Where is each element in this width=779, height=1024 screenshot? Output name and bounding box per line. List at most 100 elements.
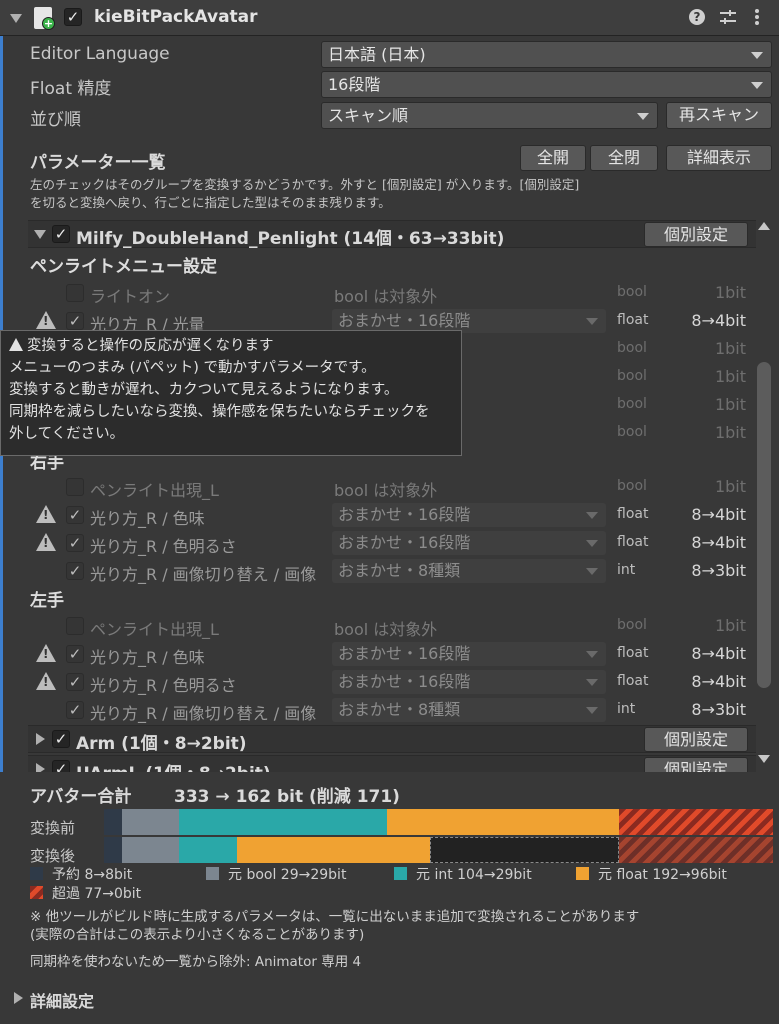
param-checkbox[interactable]: ✓ <box>66 645 84 663</box>
chevron-down-icon <box>586 679 598 686</box>
advanced-settings-foldout[interactable]: 詳細設定 <box>30 988 94 1012</box>
component-enabled-checkbox[interactable]: ✓ <box>64 8 82 26</box>
advanced-foldout-icon[interactable] <box>14 992 23 1004</box>
param-mode-dropdown[interactable]: おまかせ・16段階 <box>332 642 606 666</box>
param-type: float <box>617 312 649 328</box>
group-individual-settings-button[interactable]: 個別設定 <box>644 757 748 772</box>
param-checkbox[interactable]: ✓ <box>66 312 84 330</box>
param-name: 光り方_R / 色明るさ <box>90 676 237 695</box>
param-type: float <box>617 506 649 522</box>
param-row: ✓ 光り方_R / 画像切り替え / 画像 おまかせ・8種類 int 8→3bi… <box>28 558 756 586</box>
group-convert-checkbox[interactable]: ✓ <box>52 225 70 243</box>
param-list-help-line1: 左のチェックはそのグループを変換するかどうかです。外すと [個別設定] が入りま… <box>30 177 580 192</box>
script-icon: + <box>34 7 55 30</box>
param-type: bool <box>617 396 647 412</box>
param-type: float <box>617 673 649 689</box>
group-foldout-icon[interactable] <box>36 763 45 772</box>
rescan-button[interactable]: 再スキャン <box>666 102 772 129</box>
param-mode-dropdown[interactable]: おまかせ・16段階 <box>332 503 606 527</box>
param-checkbox[interactable] <box>66 478 84 496</box>
scroll-down-icon[interactable] <box>758 755 770 763</box>
param-mode-value: おまかせ・8種類 <box>338 561 461 580</box>
tooltip-line: 変換すると操作の反応が遅くなります <box>27 338 274 354</box>
after-label: 変換後 <box>30 847 76 865</box>
param-mode-value: おまかせ・16段階 <box>338 505 471 524</box>
param-checkbox[interactable]: ✓ <box>66 673 84 691</box>
param-mode-dropdown[interactable]: おまかせ・8種類 <box>332 698 606 722</box>
group-foldout-icon[interactable] <box>34 230 46 239</box>
param-mode-dropdown[interactable]: おまかせ・16段階 <box>332 670 606 694</box>
param-mode-dropdown[interactable]: おまかせ・8種類 <box>332 559 606 583</box>
after-bar-freed <box>430 837 619 863</box>
legend-over: 超過 77→0bit <box>52 886 142 902</box>
context-menu-icon[interactable] <box>754 8 760 26</box>
param-mode-value: おまかせ・16段階 <box>338 311 471 330</box>
group-convert-checkbox[interactable]: ✓ <box>52 760 70 772</box>
group-individual-settings-button[interactable]: 個別設定 <box>644 727 748 752</box>
param-checkbox[interactable] <box>66 617 84 635</box>
param-bits: 8→4bit <box>691 311 746 330</box>
param-mode-value: おまかせ・16段階 <box>338 672 471 691</box>
component-title: kieBitPackAvatar <box>94 7 258 27</box>
param-type: bool <box>617 340 647 356</box>
chevron-down-icon <box>586 512 598 519</box>
component-foldout-icon[interactable] <box>10 14 22 23</box>
param-row: ✓ 光り方_R / 色味 おまかせ・16段階 float 8→4bit <box>28 641 756 669</box>
param-scroll-view[interactable]: ✓ Milfy_DoubleHand_Penlight (14個・63→33bi… <box>28 218 756 772</box>
tooltip-line: 変換すると動きが遅れ、カクついて見えるようになります。 <box>9 382 399 398</box>
param-name: 光り方_R / 色明るさ <box>90 537 237 556</box>
group-individual-settings-button[interactable]: 個別設定 <box>644 222 748 247</box>
subsection-title: ペンライトメニュー設定 <box>30 257 217 277</box>
details-button[interactable]: 詳細表示 <box>666 145 772 171</box>
param-type: bool <box>617 368 647 384</box>
preset-icon[interactable] <box>719 9 737 25</box>
scroll-up-icon[interactable] <box>758 222 770 230</box>
param-checkbox[interactable]: ✓ <box>66 534 84 552</box>
param-row: ライトオン bool は対象外 bool 1bit <box>28 280 756 308</box>
after-bar-int <box>179 837 237 863</box>
chevron-down-icon <box>586 651 598 658</box>
group-convert-checkbox[interactable]: ✓ <box>52 730 70 748</box>
warning-tooltip: 変換すると操作の反応が遅くなります メニューのつまみ (パペット) で動かすパラ… <box>0 330 462 456</box>
param-row: ✓ 光り方_R / 色明るさ おまかせ・16段階 float 8→4bit <box>28 530 756 558</box>
warning-icon <box>36 311 56 329</box>
param-mode-dropdown[interactable]: おまかせ・16段階 <box>332 531 606 555</box>
param-type: bool <box>617 424 647 440</box>
editor-language-dropdown[interactable]: 日本語 (日本) <box>321 41 772 68</box>
chevron-down-icon <box>586 318 598 325</box>
before-label: 変換前 <box>30 819 76 837</box>
group-title: Arm (1個・8→2bit) <box>76 734 247 754</box>
param-row: ✓ 光り方_R / 色明るさ おまかせ・16段階 float 8→4bit <box>28 669 756 697</box>
expand-all-button[interactable]: 全開 <box>520 145 586 171</box>
before-bar-reserved <box>104 809 122 835</box>
param-mode-value: おまかせ・16段階 <box>338 533 471 552</box>
warning-icon <box>36 533 56 551</box>
float-precision-dropdown[interactable]: 16段階 <box>321 71 772 98</box>
param-bits: 8→4bit <box>691 672 746 691</box>
param-checkbox[interactable] <box>66 284 84 302</box>
tooltip-line: メニューのつまみ (パペット) で動かすパラメータです。 <box>9 360 376 376</box>
param-row: ✓ 光り方_R / 色味 おまかせ・16段階 float 8→4bit <box>28 502 756 530</box>
param-checkbox[interactable]: ✓ <box>66 701 84 719</box>
sort-order-label: 並び順 <box>30 110 81 130</box>
help-icon[interactable]: ? <box>689 9 705 25</box>
param-type: bool <box>617 617 647 633</box>
tooltip-line: 外してください。 <box>9 426 125 442</box>
summary-total: 333 → 162 bit (削減 171) <box>174 787 400 807</box>
param-name: ペンライト出現_L <box>90 481 219 500</box>
param-row: ペンライト出現_L bool は対象外 bool 1bit <box>28 474 756 502</box>
chevron-down-icon <box>751 52 763 59</box>
param-bits: 8→4bit <box>691 644 746 663</box>
param-checkbox[interactable]: ✓ <box>66 506 84 524</box>
param-mode-value: おまかせ・16段階 <box>338 644 471 663</box>
param-checkbox[interactable]: ✓ <box>66 562 84 580</box>
summary-note-1: ※ 他ツールがビルド時に生成するパラメータは、一覧に出ないまま追加で変換されるこ… <box>30 909 640 925</box>
after-bar-float <box>237 837 430 863</box>
param-mode-text: bool は対象外 <box>334 287 438 306</box>
scrollbar-thumb[interactable] <box>757 362 771 688</box>
group-foldout-icon[interactable] <box>36 733 45 745</box>
legend-swatch-reserved <box>30 867 43 880</box>
editor-language-value: 日本語 (日本) <box>328 45 426 64</box>
sort-order-dropdown[interactable]: スキャン順 <box>321 102 658 129</box>
collapse-all-button[interactable]: 全閉 <box>590 145 658 171</box>
